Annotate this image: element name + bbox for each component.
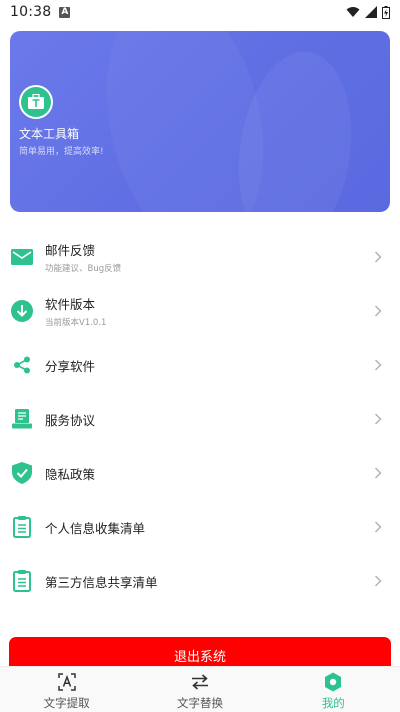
menu-item-subtitle: 功能建议、Bug反馈 bbox=[45, 264, 122, 274]
menu-item-title: 分享软件 bbox=[45, 358, 96, 374]
agreement-icon bbox=[11, 408, 33, 430]
menu-item-title: 第三方信息共享清单 bbox=[45, 574, 158, 590]
battery-charging-icon bbox=[382, 5, 390, 19]
share-icon bbox=[11, 354, 33, 376]
wifi-icon bbox=[346, 7, 360, 17]
nav-label: 文字提取 bbox=[43, 696, 90, 710]
menu-item-subtitle: 当前版本V1.0.1 bbox=[45, 318, 107, 328]
menu-item-service-agreement[interactable]: 服务协议 bbox=[0, 392, 400, 446]
chevron-right-icon bbox=[375, 467, 382, 479]
swap-icon bbox=[190, 673, 210, 691]
profile-header-card: 文本工具箱 简单易用，提高效率! bbox=[10, 31, 390, 212]
menu-item-email-feedback[interactable]: 邮件反馈 功能建议、Bug反馈 bbox=[0, 230, 400, 284]
menu-item-title: 邮件反馈 bbox=[45, 243, 96, 258]
download-icon bbox=[11, 300, 33, 322]
nav-tab-text-replace[interactable]: 文字替换 bbox=[133, 667, 266, 712]
chevron-right-icon bbox=[375, 251, 382, 263]
shield-check-icon bbox=[11, 462, 33, 484]
hexagon-icon bbox=[323, 672, 343, 692]
menu-item-third-party-sharing-list[interactable]: 第三方信息共享清单 bbox=[0, 554, 400, 608]
app-name: 文本工具箱 bbox=[19, 127, 80, 141]
clipboard-icon bbox=[11, 570, 33, 592]
chevron-right-icon bbox=[375, 575, 382, 587]
nav-tab-mine[interactable]: 我的 bbox=[267, 667, 400, 712]
status-bar: 10:38 A bbox=[0, 0, 400, 24]
screen: 10:38 A 文本工具箱 简单易用，提高效率! 邮件反馈 功能建议、Bug反馈… bbox=[0, 0, 400, 712]
notification-a-icon: A bbox=[59, 6, 71, 18]
app-slogan: 简单易用，提高效率! bbox=[19, 147, 104, 157]
chevron-right-icon bbox=[375, 359, 382, 371]
nav-label: 文字替换 bbox=[176, 696, 223, 710]
status-time: 10:38 bbox=[10, 4, 52, 20]
text-scan-icon bbox=[57, 673, 77, 691]
settings-menu: 邮件反馈 功能建议、Bug反馈 软件版本 当前版本V1.0.1 分享软件 服务协… bbox=[0, 230, 400, 608]
app-logo bbox=[19, 85, 53, 119]
menu-item-personal-info-list[interactable]: 个人信息收集清单 bbox=[0, 500, 400, 554]
signal-icon bbox=[365, 6, 377, 18]
status-icons bbox=[346, 5, 390, 19]
menu-item-title: 隐私政策 bbox=[45, 466, 96, 482]
nav-tab-text-extract[interactable]: 文字提取 bbox=[0, 667, 133, 712]
menu-item-software-version[interactable]: 软件版本 当前版本V1.0.1 bbox=[0, 284, 400, 338]
mail-icon bbox=[11, 246, 33, 268]
clipboard-icon bbox=[11, 516, 33, 538]
menu-item-title: 个人信息收集清单 bbox=[45, 520, 146, 536]
menu-item-title: 服务协议 bbox=[45, 412, 96, 428]
bottom-nav: 文字提取 文字替换 我的 bbox=[0, 666, 400, 712]
chevron-right-icon bbox=[375, 521, 382, 533]
menu-item-privacy-policy[interactable]: 隐私政策 bbox=[0, 446, 400, 500]
menu-item-share-app[interactable]: 分享软件 bbox=[0, 338, 400, 392]
chevron-right-icon bbox=[375, 305, 382, 317]
toolbox-icon bbox=[28, 94, 44, 109]
nav-label: 我的 bbox=[321, 696, 345, 710]
menu-item-title: 软件版本 bbox=[45, 297, 96, 312]
chevron-right-icon bbox=[375, 413, 382, 425]
